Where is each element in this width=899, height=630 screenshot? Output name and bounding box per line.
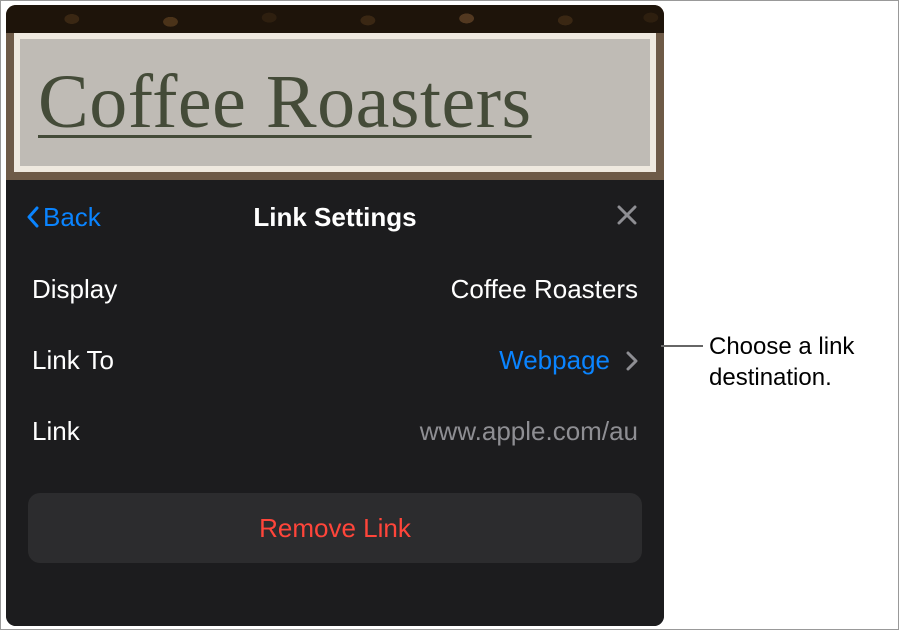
callout-text: Choose a link destination. <box>709 331 889 393</box>
link-row[interactable]: Link www.apple.com/au <box>6 396 664 467</box>
link-to-value: Webpage <box>499 345 638 376</box>
link-field[interactable]: www.apple.com/au <box>420 416 638 447</box>
close-button[interactable] <box>616 202 638 233</box>
display-value: Coffee Roasters <box>451 274 638 305</box>
selected-link-text[interactable]: Coffee Roasters <box>20 39 650 166</box>
panel-header: Back Link Settings <box>6 188 664 246</box>
close-icon <box>616 204 638 226</box>
remove-link-label: Remove Link <box>259 513 411 544</box>
document-preview: Coffee Roasters <box>6 5 664 180</box>
back-button[interactable]: Back <box>26 202 101 233</box>
display-label: Display <box>32 274 117 305</box>
display-row[interactable]: Display Coffee Roasters <box>6 254 664 325</box>
settings-rows: Display Coffee Roasters Link To Webpage … <box>6 246 664 467</box>
link-to-row[interactable]: Link To Webpage <box>6 325 664 396</box>
callout-leader-line <box>661 345 703 347</box>
back-label: Back <box>43 202 101 233</box>
annotation-callout: Choose a link destination. <box>661 331 889 393</box>
link-to-value-text: Webpage <box>499 345 610 376</box>
link-settings-panel: Back Link Settings Display Coffee Roaste… <box>6 180 664 626</box>
link-to-label: Link To <box>32 345 114 376</box>
document-title-link[interactable]: Coffee Roasters <box>38 59 532 146</box>
remove-link-button[interactable]: Remove Link <box>28 493 642 563</box>
link-label: Link <box>32 416 80 447</box>
panel-title: Link Settings <box>253 202 416 233</box>
chevron-left-icon <box>26 206 39 228</box>
chevron-right-icon <box>626 351 638 371</box>
coffee-beans-image <box>6 5 664 33</box>
